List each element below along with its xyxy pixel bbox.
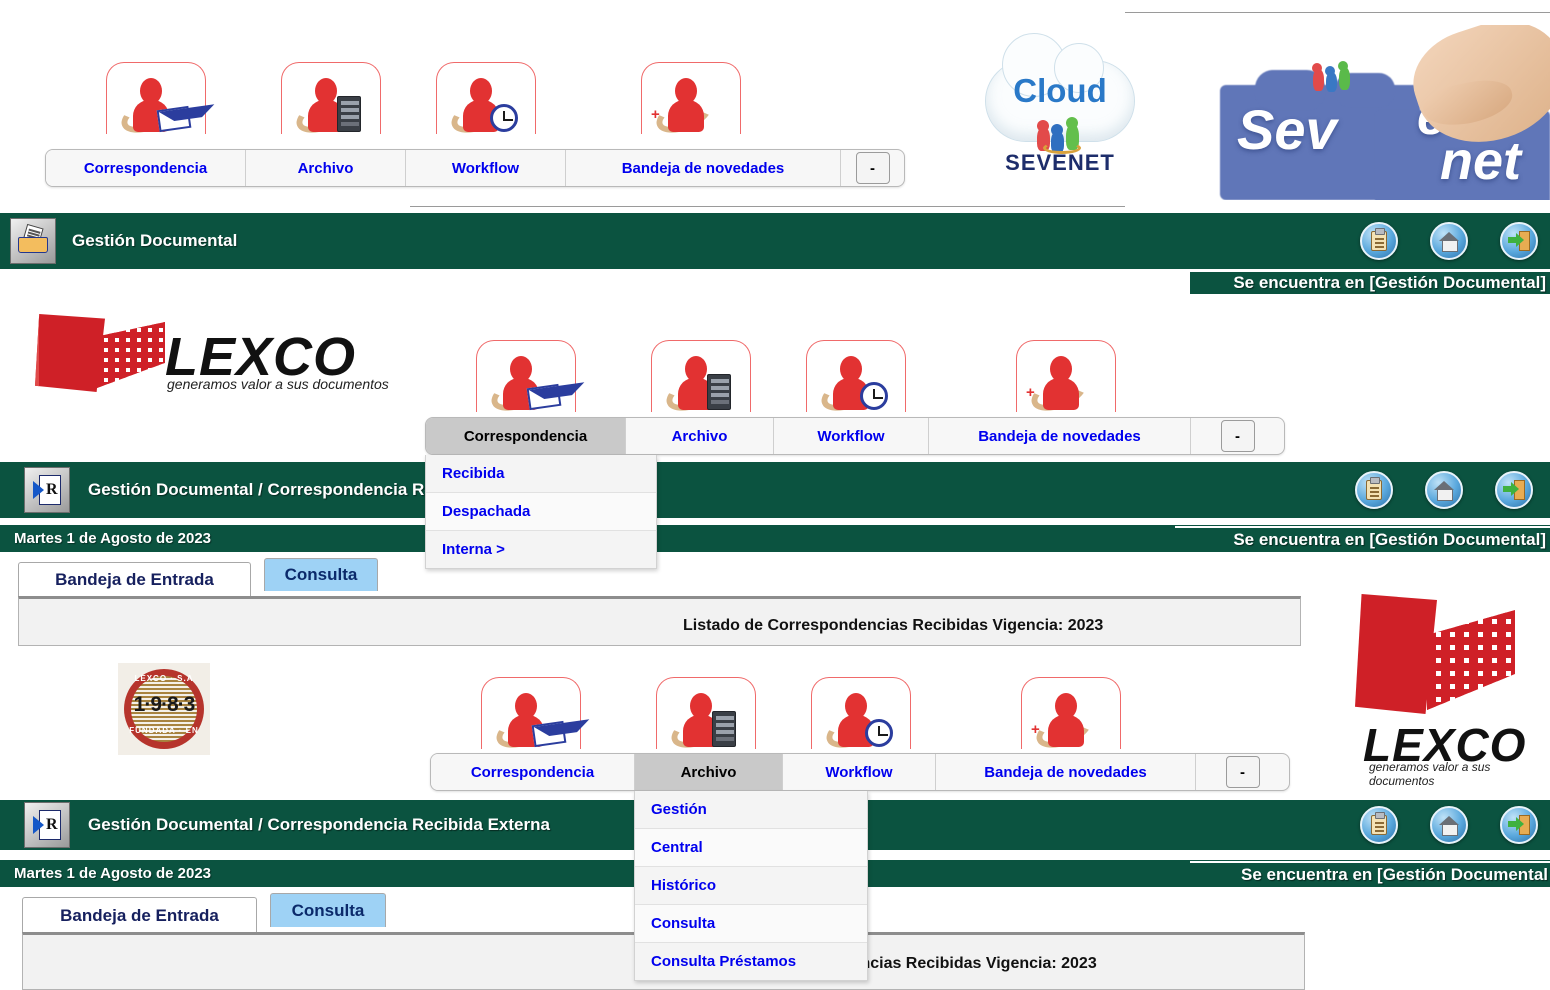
dropdown-item-central[interactable]: Central	[635, 829, 867, 867]
panel-title-bottom: ndencias Recibidas Vigencia: 2023	[832, 955, 1097, 973]
dropdown-item-despachada[interactable]: Despachada	[426, 493, 656, 531]
dropdown-item-recibida[interactable]: Recibida	[426, 455, 656, 493]
icon-tile-bandeja-bot: +	[1015, 677, 1127, 755]
nav-item-workflow[interactable]: Workflow	[406, 150, 566, 186]
nav-collapse-button-middle[interactable]: -	[1221, 420, 1255, 452]
home-icon[interactable]	[1430, 222, 1468, 260]
top-section-divider	[410, 206, 1125, 207]
nav-item-archivo-bottom[interactable]: Archivo	[635, 754, 783, 790]
main-nav-middle[interactable]: Correspondencia Archivo Workflow Bandeja…	[425, 417, 1285, 455]
dropdown-item-interna[interactable]: Interna >	[426, 531, 656, 568]
nav-collapse-wrap-bottom[interactable]: -	[1196, 754, 1289, 790]
nav-collapse-wrap[interactable]: -	[841, 150, 904, 186]
seal-bottom-text: FUNDADA · EN	[124, 726, 204, 735]
location-bar-middle: Se encuentra en [Gestión Documental]	[1175, 526, 1550, 552]
nav-collapse-wrap-middle[interactable]: -	[1191, 418, 1284, 454]
sevenet-cloud-logo: Cloud SEVENET	[985, 42, 1135, 187]
nav-item-bandeja-novedades-middle[interactable]: Bandeja de novedades	[929, 418, 1191, 454]
cloud-word: Cloud	[997, 72, 1123, 110]
lexco-tagline-right: generamos valor a sus documentos	[1369, 760, 1545, 788]
page-root: Sev e net Cloud SEVENET	[0, 0, 1550, 990]
page-r-icon-bottom: R	[24, 802, 70, 848]
nav-item-bandeja-novedades[interactable]: Bandeja de novedades	[566, 150, 841, 186]
sevenet-puzzle-banner: Sev e net	[1195, 25, 1550, 200]
folder-document-icon	[10, 218, 56, 264]
icon-tile-workflow	[430, 62, 542, 140]
dropdown-correspondencia[interactable]: Recibida Despachada Interna >	[425, 455, 657, 569]
location-bar-top: Se encuentra en [Gestión Documental]	[1190, 270, 1550, 294]
clipboard-icon[interactable]	[1360, 222, 1398, 260]
app-header-top: Gestión Documental	[0, 213, 1550, 269]
icon-tile-correspondencia-bot	[475, 677, 587, 755]
lexco-logo-left: LEXCO generamos valor a sus documentos	[35, 312, 410, 397]
tab-consulta-middle[interactable]: Consulta	[264, 558, 378, 591]
home-icon-bottom[interactable]	[1430, 806, 1468, 844]
logout-icon[interactable]	[1500, 222, 1538, 260]
app-title-top: Gestión Documental	[72, 231, 237, 251]
icon-tile-correspondencia	[100, 62, 212, 140]
icon-tile-archivo-bot	[650, 677, 762, 755]
panel-title-middle: Listado de Correspondencias Recibidas Vi…	[683, 617, 1103, 635]
icon-tile-workflow-mid	[800, 340, 912, 418]
icon-tile-workflow-bot	[805, 677, 917, 755]
lexco-logo-right: LEXCO generamos valor a sus documentos	[1345, 588, 1545, 778]
page-r-icon: R	[24, 467, 70, 513]
seal-top-text: LEXCO · S.A	[124, 674, 204, 683]
tab-bandeja-de-entrada-bottom[interactable]: Bandeja de Entrada	[22, 897, 257, 933]
nav-item-workflow-middle[interactable]: Workflow	[774, 418, 929, 454]
nav-item-correspondencia[interactable]: Correspondencia	[46, 150, 246, 186]
location-bar-bottom: Se encuentra en [Gestión Documental	[1190, 861, 1550, 887]
icon-tile-correspondencia-mid	[470, 340, 582, 418]
dropdown-item-gestion[interactable]: Gestión	[635, 791, 867, 829]
tab-consulta-bottom[interactable]: Consulta	[270, 893, 386, 927]
dropdown-item-historico[interactable]: Histórico	[635, 867, 867, 905]
dropdown-item-consulta-prestamos[interactable]: Consulta Préstamos	[635, 943, 867, 980]
nav-item-correspondencia-middle[interactable]: Correspondencia	[426, 418, 626, 454]
banner-word-sev: Sev	[1237, 97, 1337, 162]
top-divider-line	[1125, 12, 1550, 13]
dropdown-item-consulta[interactable]: Consulta	[635, 905, 867, 943]
nav-item-archivo-middle[interactable]: Archivo	[626, 418, 774, 454]
logout-icon-bottom[interactable]	[1500, 806, 1538, 844]
nav-item-correspondencia-bottom[interactable]: Correspondencia	[431, 754, 635, 790]
nav-collapse-button[interactable]: -	[856, 152, 890, 184]
icon-tile-archivo-mid	[645, 340, 757, 418]
seal-number: 1·9·8·3	[124, 693, 204, 717]
app-title-bottom: Gestión Documental / Correspondencia Rec…	[88, 815, 550, 835]
logout-icon-middle[interactable]	[1495, 471, 1533, 509]
icon-tile-archivo	[275, 62, 387, 140]
clipboard-icon-bottom[interactable]	[1360, 806, 1398, 844]
icon-tile-bandeja-mid: +	[1010, 340, 1122, 418]
icon-tile-bandeja: +	[635, 62, 747, 140]
lexco-1983-seal: LEXCO · S.A 1·9·8·3 FUNDADA · EN	[118, 663, 210, 755]
lexco-tagline: generamos valor a sus documentos	[167, 376, 389, 392]
main-nav-bottom[interactable]: Correspondencia Archivo Workflow Bandeja…	[430, 753, 1290, 791]
home-icon-middle[interactable]	[1425, 471, 1463, 509]
main-nav-top[interactable]: Correspondencia Archivo Workflow Bandeja…	[45, 149, 905, 187]
nav-item-bandeja-novedades-bottom[interactable]: Bandeja de novedades	[936, 754, 1196, 790]
tab-bandeja-de-entrada-middle[interactable]: Bandeja de Entrada	[18, 562, 251, 597]
panel-middle	[18, 596, 1301, 646]
nav-item-workflow-bottom[interactable]: Workflow	[783, 754, 936, 790]
clipboard-icon-middle[interactable]	[1355, 471, 1393, 509]
nav-item-archivo[interactable]: Archivo	[246, 150, 406, 186]
app-header-middle: R Gestión Documental / Correspondencia R…	[0, 462, 1550, 518]
dropdown-archivo[interactable]: Gestión Central Histórico Consulta Consu…	[634, 791, 868, 981]
nav-collapse-button-bottom[interactable]: -	[1226, 756, 1260, 788]
